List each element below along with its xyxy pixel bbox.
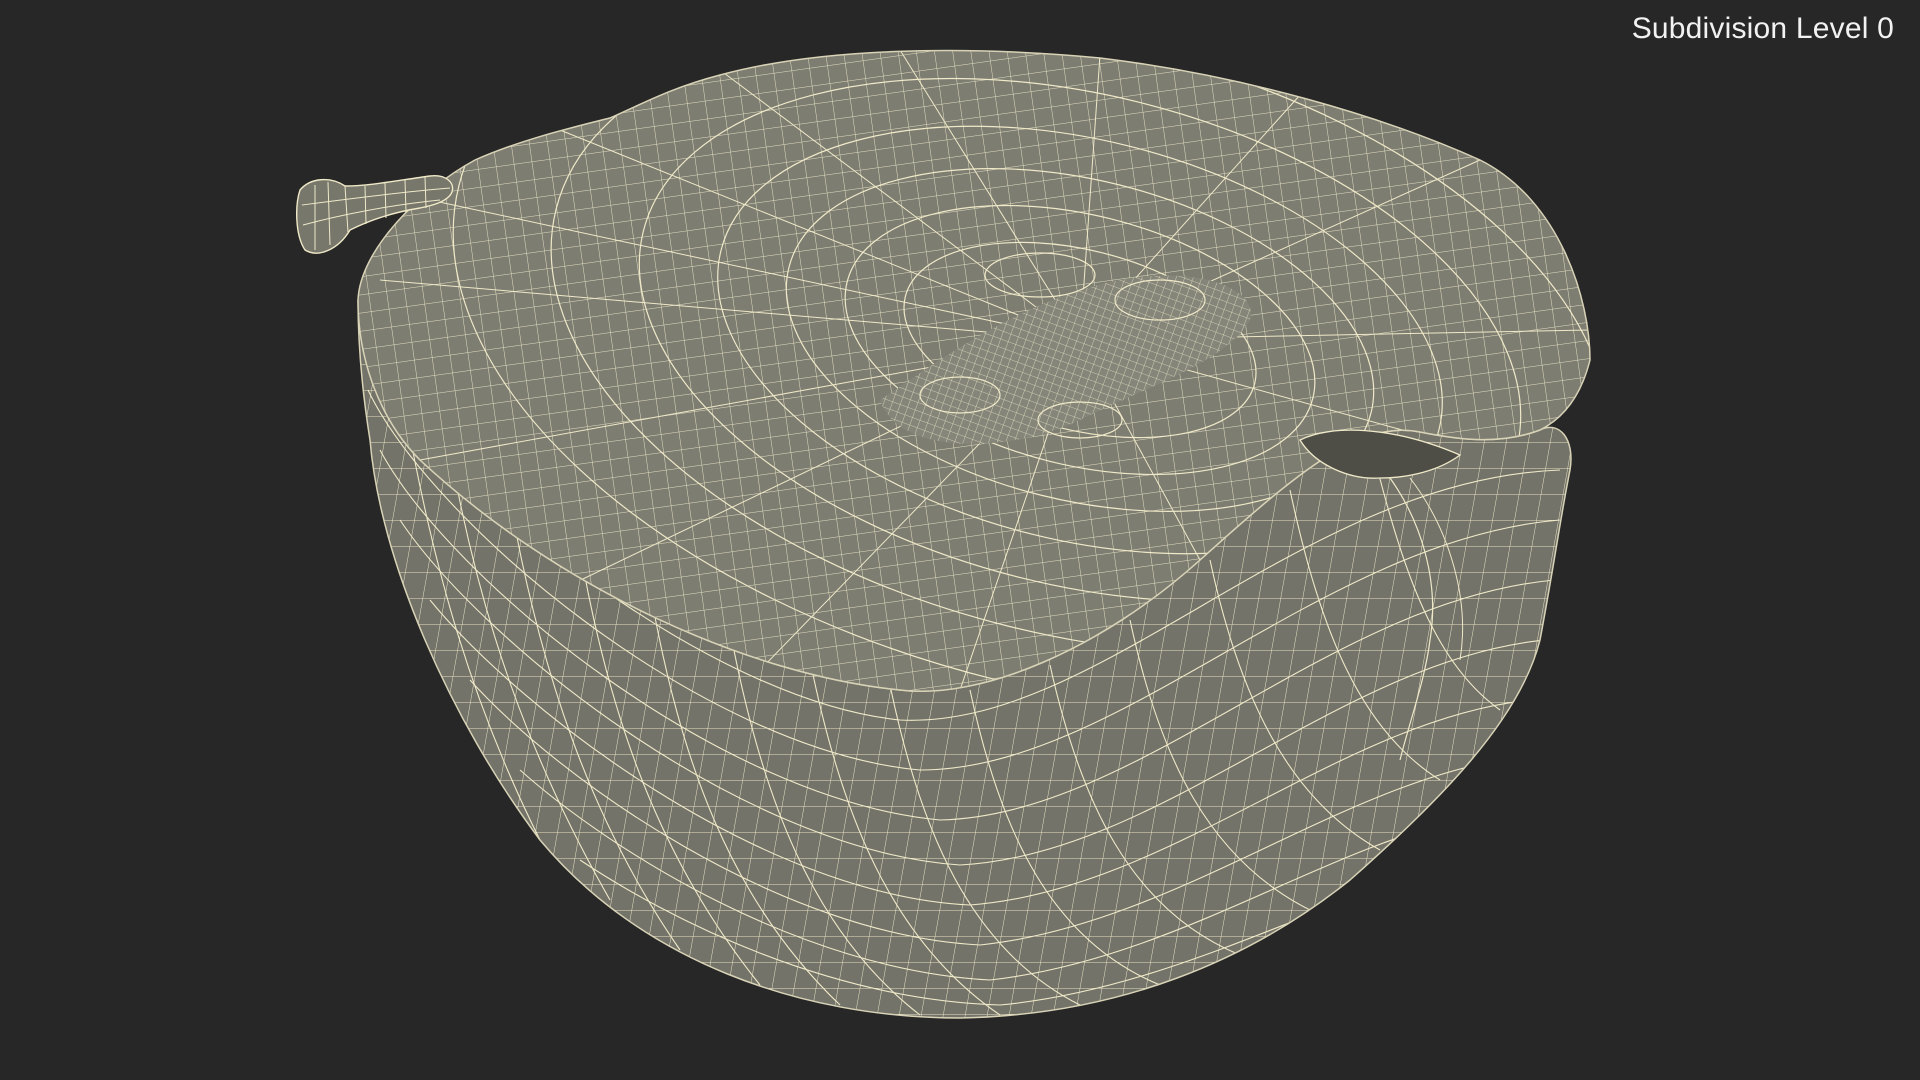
subdivision-level-label: Subdivision Level 0 [1631, 12, 1894, 45]
3d-viewport[interactable]: Subdivision Level 0 [0, 0, 1920, 1080]
pear-wireframe-model [296, 49, 1591, 1019]
